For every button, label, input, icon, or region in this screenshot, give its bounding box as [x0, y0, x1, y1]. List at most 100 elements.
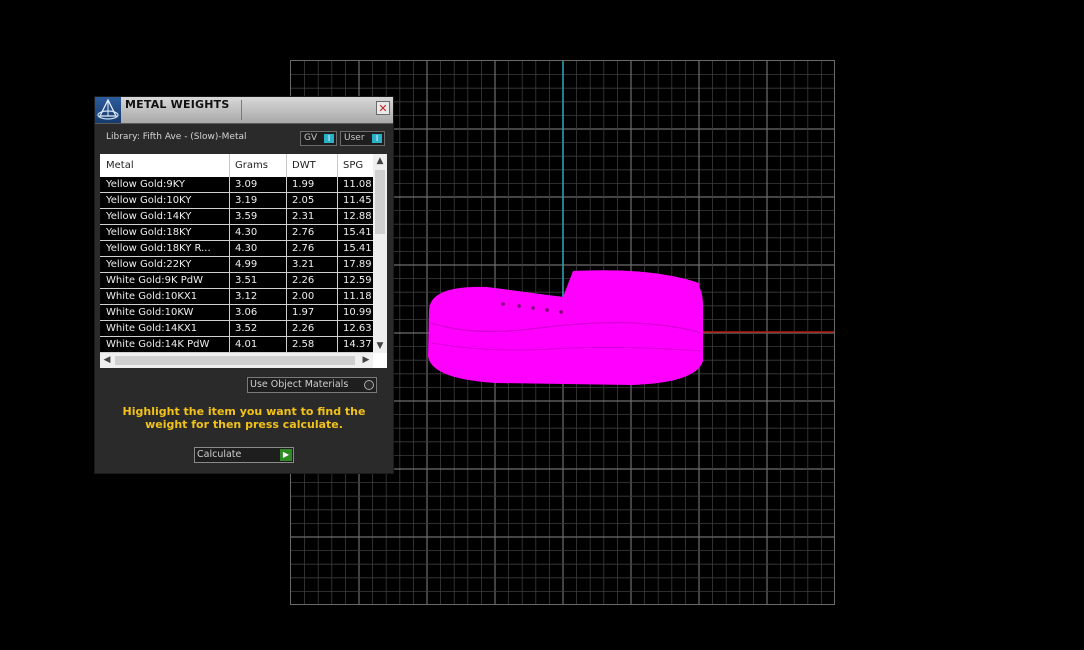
scroll-down-icon[interactable]: ▼ — [373, 339, 387, 353]
play-arrow-icon[interactable]: ▶ — [280, 449, 292, 461]
panel-titlebar[interactable]: METAL WEIGHTS ✕ — [95, 97, 393, 124]
cell-divider — [229, 209, 230, 225]
cell-divider — [229, 193, 230, 209]
cell-metal: White Gold:14K PdW — [106, 339, 210, 350]
table-row[interactable]: White Gold:9K PdW 3.51 2.26 12.59 — [100, 273, 373, 289]
cell-metal: Yellow Gold:18KY — [106, 227, 192, 238]
cell-metal: Yellow Gold:18KY R... — [106, 243, 211, 254]
scroll-up-icon[interactable]: ▲ — [373, 154, 387, 168]
stone-dot — [517, 304, 521, 308]
cell-divider — [286, 321, 287, 337]
cell-dwt: 2.31 — [292, 211, 315, 222]
close-button[interactable]: ✕ — [376, 101, 390, 115]
cell-grams: 3.59 — [235, 211, 258, 222]
cell-divider — [229, 289, 230, 305]
metal-weights-panel: METAL WEIGHTS ✕ Library: Fifth Ave - (Sl… — [94, 96, 394, 474]
cell-divider — [286, 193, 287, 209]
cell-spg: 11.08 — [343, 179, 372, 190]
toggle-user[interactable]: User I — [340, 131, 385, 146]
scroll-right-icon[interactable]: ▶ — [359, 353, 373, 368]
metal-table[interactable]: Metal Grams DWT SPG Yellow Gold:9KY 3.09 1… — [100, 154, 387, 368]
cell-spg: 12.88 — [343, 211, 372, 222]
use-object-materials-option[interactable]: Use Object Materials — [247, 377, 377, 393]
stone-dot — [501, 302, 505, 306]
toggle-gv[interactable]: GV I — [300, 131, 337, 146]
header-divider — [337, 154, 338, 177]
cell-grams: 3.09 — [235, 179, 258, 190]
column-header-spg[interactable]: SPG — [343, 160, 363, 171]
table-row[interactable]: White Gold:14KX1 3.52 2.26 12.63 — [100, 321, 373, 337]
cell-metal: White Gold:9K PdW — [106, 275, 203, 286]
cell-divider — [337, 209, 338, 225]
cell-divider — [286, 209, 287, 225]
cell-dwt: 1.97 — [292, 307, 315, 318]
cell-dwt: 1.99 — [292, 179, 315, 190]
table-row[interactable]: Yellow Gold:18KY 4.30 2.76 15.41 — [100, 225, 373, 241]
cell-metal: White Gold:10KX1 — [106, 291, 198, 302]
cell-divider — [286, 225, 287, 241]
cell-divider — [337, 337, 338, 353]
table-row[interactable]: Yellow Gold:14KY 3.59 2.31 12.88 — [100, 209, 373, 225]
cell-dwt: 2.76 — [292, 243, 315, 254]
cell-dwt: 2.26 — [292, 275, 315, 286]
table-row[interactable]: Yellow Gold:22KY 4.99 3.21 17.89 — [100, 257, 373, 273]
cell-spg: 12.63 — [343, 323, 372, 334]
calculate-button[interactable]: Calculate ▶ — [194, 447, 294, 463]
use-object-materials-label: Use Object Materials — [250, 379, 349, 390]
toggle-gv-knob-icon: I — [324, 134, 334, 143]
column-header-metal[interactable]: Metal — [106, 160, 134, 171]
cell-grams: 4.30 — [235, 243, 258, 254]
cell-divider — [286, 273, 287, 289]
cell-dwt: 3.21 — [292, 259, 315, 270]
table-row[interactable]: Yellow Gold:9KY 3.09 1.99 11.08 — [100, 177, 373, 193]
scroll-left-icon[interactable]: ◀ — [100, 353, 114, 368]
column-header-grams[interactable]: Grams — [235, 160, 268, 171]
cell-metal: Yellow Gold:14KY — [106, 211, 192, 222]
title-divider — [241, 100, 242, 120]
cell-spg: 10.99 — [343, 307, 372, 318]
calculate-label: Calculate — [197, 449, 242, 460]
cell-grams: 4.30 — [235, 227, 258, 238]
app-logo-icon — [95, 97, 121, 123]
header-divider — [229, 154, 230, 177]
cell-dwt: 2.05 — [292, 195, 315, 206]
cell-divider — [286, 289, 287, 305]
stone-dot — [531, 306, 535, 310]
cell-divider — [337, 273, 338, 289]
radio-icon[interactable] — [364, 380, 374, 390]
table-row[interactable]: White Gold:10KW 3.06 1.97 10.99 — [100, 305, 373, 321]
cell-divider — [229, 305, 230, 321]
cell-divider — [337, 225, 338, 241]
cell-grams: 3.52 — [235, 323, 258, 334]
cell-divider — [337, 321, 338, 337]
cell-dwt: 2.58 — [292, 339, 315, 350]
cell-grams: 3.12 — [235, 291, 258, 302]
cell-metal: White Gold:14KX1 — [106, 323, 198, 334]
cell-metal: Yellow Gold:10KY — [106, 195, 192, 206]
vertical-scrollbar[interactable]: ▲ ▼ — [373, 154, 387, 353]
table-row[interactable]: Yellow Gold:10KY 3.19 2.05 11.45 — [100, 193, 373, 209]
cell-divider — [229, 321, 230, 337]
cell-metal: Yellow Gold:22KY — [106, 259, 192, 270]
table-row[interactable]: White Gold:10KX1 3.12 2.00 11.18 — [100, 289, 373, 305]
cell-spg: 11.18 — [343, 291, 372, 302]
cell-grams: 3.19 — [235, 195, 258, 206]
ring-object[interactable] — [428, 270, 703, 385]
horizontal-scroll-thumb[interactable] — [115, 356, 355, 365]
cell-divider — [286, 241, 287, 257]
column-header-dwt[interactable]: DWT — [292, 160, 316, 171]
library-label: Library: Fifth Ave - (Slow)-Metal — [106, 132, 247, 142]
cell-divider — [337, 289, 338, 305]
cell-grams: 4.01 — [235, 339, 258, 350]
horizontal-scrollbar[interactable]: ◀ ▶ — [100, 353, 373, 368]
table-row[interactable]: Yellow Gold:18KY R... 4.30 2.76 15.41 — [100, 241, 373, 257]
cell-divider — [229, 225, 230, 241]
panel-title: METAL WEIGHTS — [125, 98, 230, 111]
cell-divider — [286, 305, 287, 321]
cell-divider — [229, 337, 230, 353]
cell-grams: 3.51 — [235, 275, 258, 286]
cell-divider — [337, 177, 338, 193]
table-row[interactable]: White Gold:14K PdW 4.01 2.58 14.37 — [100, 337, 373, 353]
vertical-scroll-thumb[interactable] — [375, 170, 385, 234]
toggle-user-label: User — [344, 133, 365, 143]
